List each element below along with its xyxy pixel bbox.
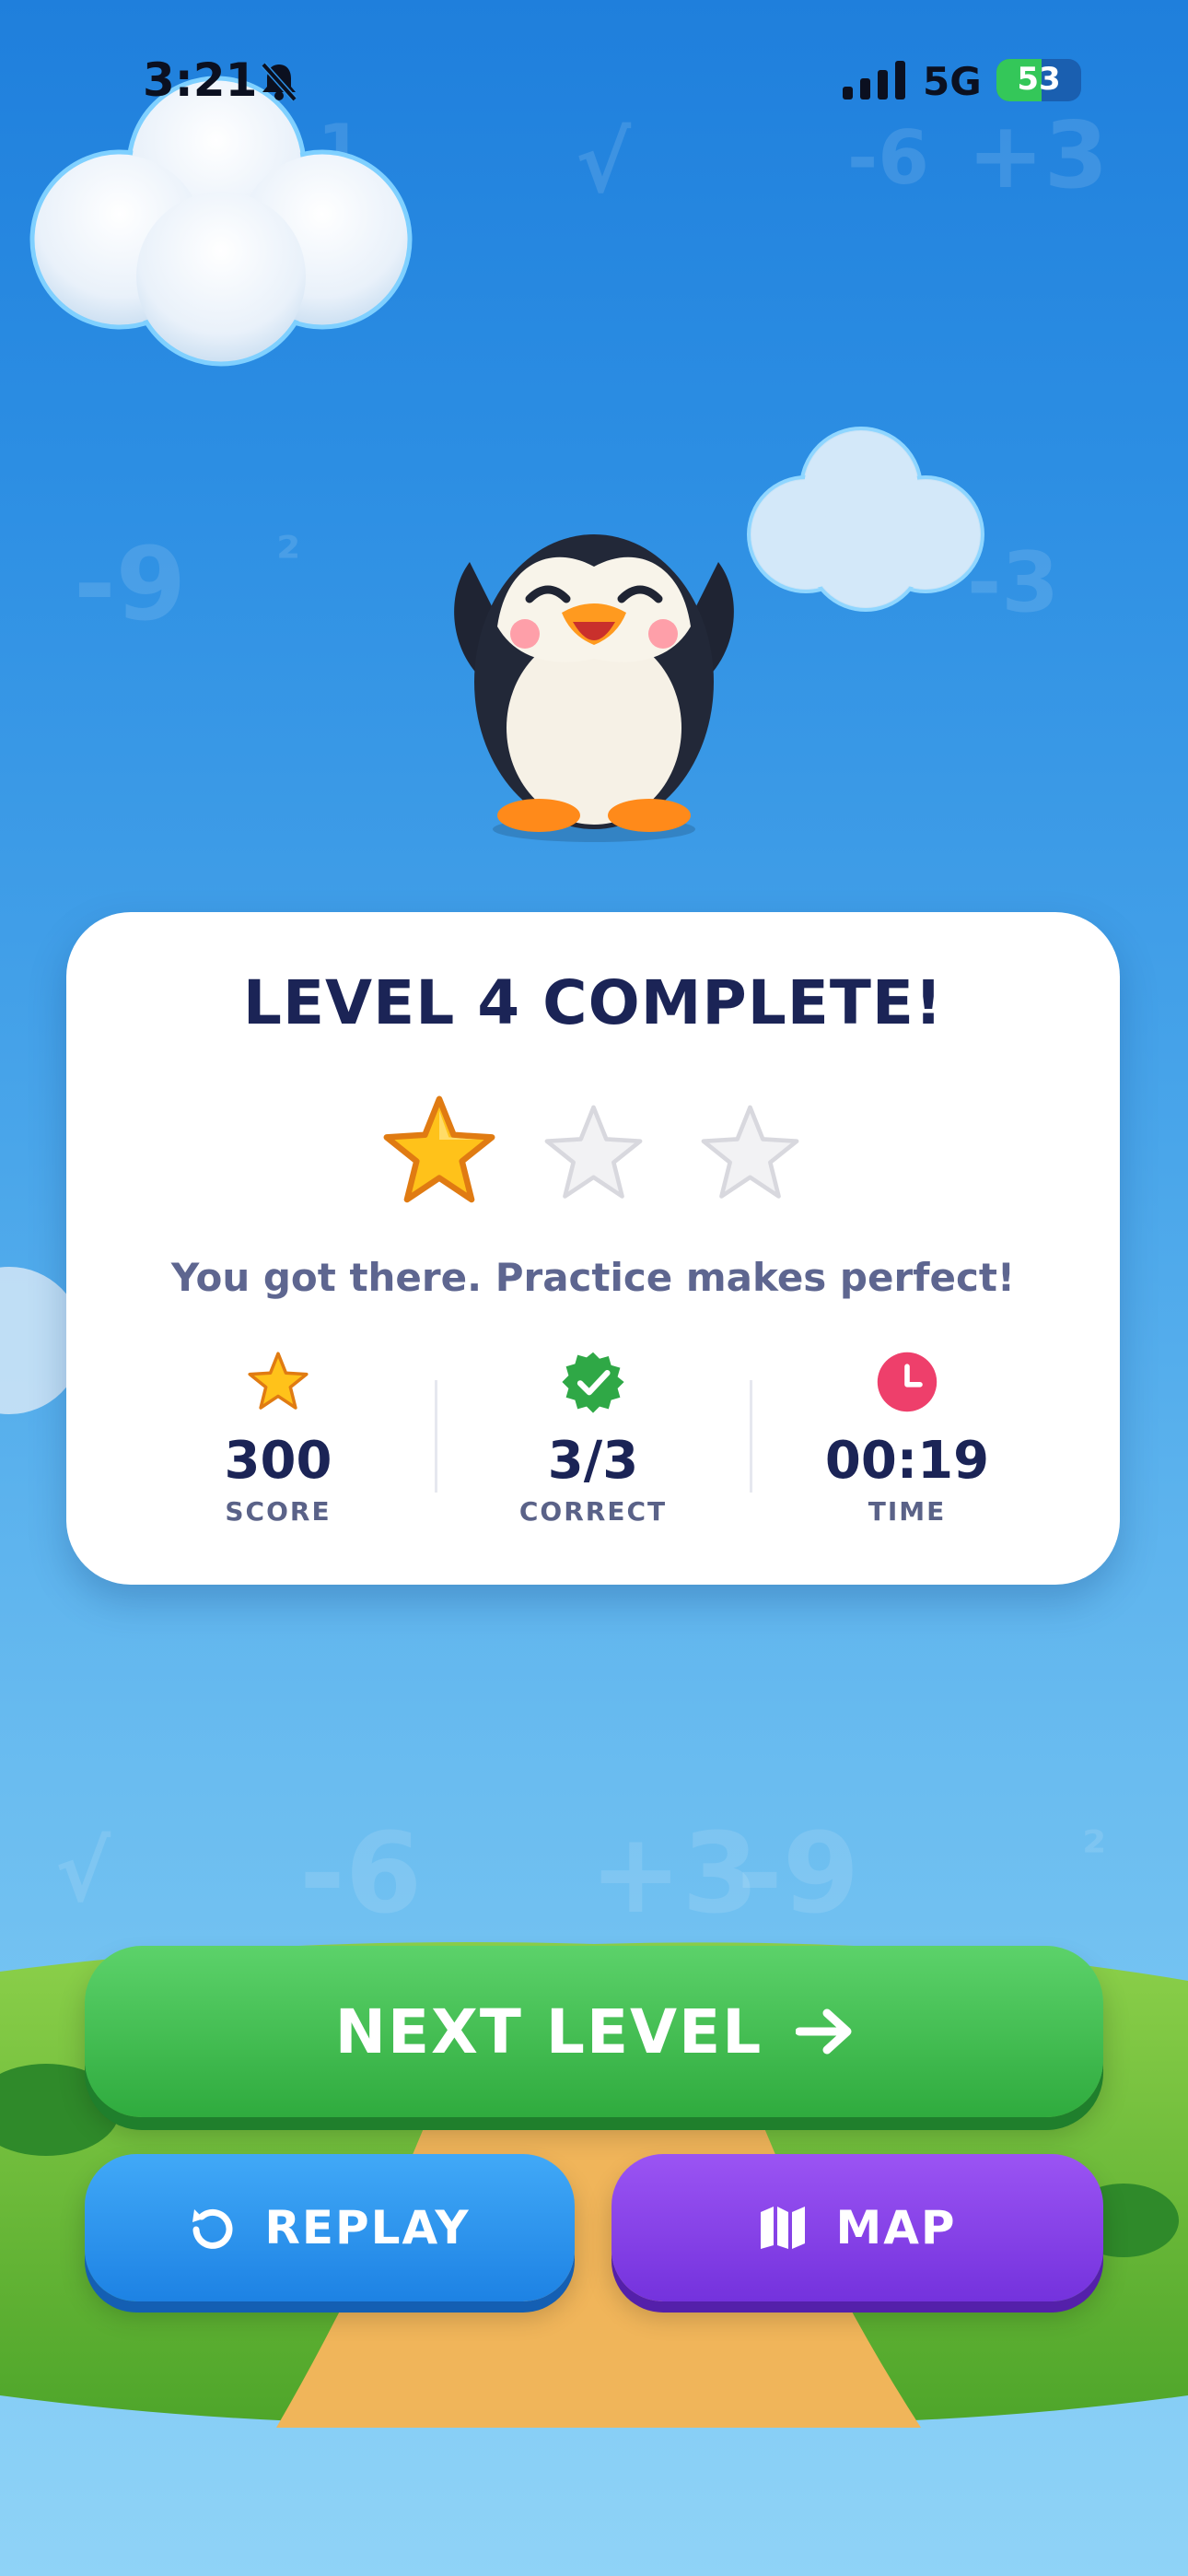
level-complete-title: LEVEL 4 COMPLETE! — [242, 967, 944, 1038]
replay-icon — [192, 2208, 233, 2249]
stat-divider — [750, 1380, 752, 1493]
status-bar: 3:21 5G 53 — [0, 0, 1188, 147]
stat-time: 00:19 TIME — [755, 1350, 1059, 1527]
clock-icon — [877, 1352, 938, 1412]
cellular-signal-icon — [843, 61, 905, 100]
time-value: 00:19 — [824, 1431, 990, 1491]
replay-label: REPLAY — [264, 2201, 471, 2254]
cloud-small — [747, 427, 984, 612]
time-label: TIME — [868, 1496, 947, 1527]
star-rating — [66, 1092, 1120, 1212]
check-badge-icon — [562, 1352, 624, 1413]
bg-math-symbol: ² — [276, 525, 301, 590]
score-label: SCORE — [225, 1496, 332, 1527]
cloud-edge — [0, 1267, 74, 1414]
map-label: MAP — [835, 2201, 957, 2254]
network-type: 5G — [923, 59, 982, 104]
battery-percent: 53 — [1017, 61, 1061, 98]
star-icon-3 — [701, 1105, 799, 1199]
stat-divider — [435, 1380, 437, 1493]
correct-label: CORRECT — [518, 1496, 668, 1527]
next-level-label: NEXT LEVEL — [334, 1996, 763, 2067]
map-button[interactable]: MAP — [611, 2154, 1103, 2301]
penguin-mascot — [454, 534, 734, 842]
next-level-button[interactable]: NEXT LEVEL — [85, 1946, 1103, 2117]
map-icon — [761, 2207, 806, 2249]
level-result-card: LEVEL 4 COMPLETE! You got there. Practic… — [66, 912, 1120, 1585]
encouragement-message: You got there. Practice makes perfect! — [170, 1255, 1016, 1300]
star-icon-1 — [383, 1095, 495, 1203]
silent-bell-icon — [261, 62, 297, 101]
battery-indicator: 53 — [996, 59, 1081, 101]
status-time: 3:21 — [143, 53, 258, 107]
bg-math-symbol: ² — [1082, 1820, 1107, 1884]
replay-button[interactable]: REPLAY — [85, 2154, 575, 2301]
bg-math-symbol: -9 — [74, 525, 187, 643]
bg-math-symbol: √ — [55, 1824, 111, 1921]
stat-score: 300 SCORE — [126, 1350, 430, 1527]
score-value: 300 — [224, 1431, 332, 1491]
arrow-right-icon — [796, 2008, 852, 2055]
star-icon — [248, 1352, 309, 1410]
stat-correct: 3/3 CORRECT — [441, 1350, 745, 1527]
correct-value: 3/3 — [547, 1431, 639, 1491]
star-icon-2 — [544, 1105, 643, 1199]
